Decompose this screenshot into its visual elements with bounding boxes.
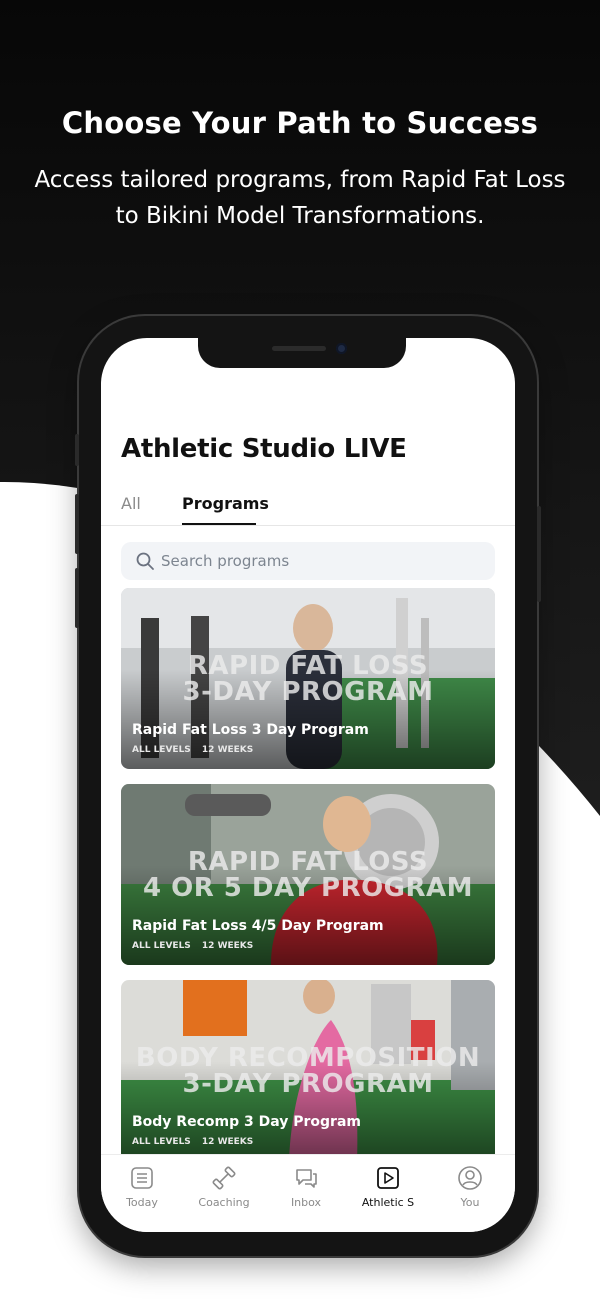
dumbbell-icon bbox=[212, 1166, 236, 1190]
program-overlay-line2: 3-DAY PROGRAM bbox=[182, 677, 434, 707]
page-title: Athletic Studio LIVE bbox=[121, 434, 407, 464]
list-icon bbox=[131, 1167, 153, 1189]
tab-active-indicator bbox=[182, 523, 256, 525]
tab-programs[interactable]: Programs bbox=[182, 494, 269, 513]
program-title: Rapid Fat Loss 4/5 Day Program bbox=[132, 918, 384, 934]
program-level: ALL LEVELS bbox=[132, 1137, 191, 1147]
speaker-grille bbox=[272, 346, 326, 351]
program-meta: ALL LEVELS 12 WEEKS bbox=[132, 941, 261, 951]
program-duration: 12 WEEKS bbox=[201, 1137, 254, 1147]
nav-today-label: Today bbox=[126, 1196, 158, 1209]
nav-athletic-studio[interactable]: Athletic S bbox=[347, 1165, 429, 1209]
program-level: ALL LEVELS bbox=[132, 745, 191, 755]
program-overlay-line2: 3-DAY PROGRAM bbox=[182, 1069, 434, 1099]
nav-athletic-studio-label: Athletic S bbox=[361, 1196, 415, 1209]
nav-coaching[interactable]: Coaching bbox=[183, 1165, 265, 1209]
program-overlay-line1: BODY RECOMPOSITION bbox=[135, 1043, 481, 1073]
program-card[interactable]: BODY RECOMPOSITION 3-DAY PROGRAM Body Re… bbox=[121, 980, 495, 1161]
program-meta: ALL LEVELS 12 WEEKS bbox=[132, 1137, 261, 1147]
program-overlay-line1: RAPID FAT LOSS bbox=[187, 847, 429, 877]
program-duration: 12 WEEKS bbox=[201, 941, 254, 951]
bottom-nav: Today Coaching Inbox Athletic S You bbox=[101, 1154, 515, 1232]
program-meta: ALL LEVELS 12 WEEKS bbox=[132, 745, 261, 755]
promo-subline: Access tailored programs, from Rapid Fat… bbox=[34, 167, 566, 229]
program-card[interactable]: RAPID FAT LOSS 3-DAY PROGRAM Rapid Fat L… bbox=[121, 588, 495, 769]
phone-notch bbox=[198, 338, 406, 368]
phone-frame: Athletic Studio LIVE All Programs Search… bbox=[75, 316, 541, 1256]
nav-you[interactable]: You bbox=[429, 1165, 511, 1209]
play-icon bbox=[377, 1167, 399, 1189]
nav-today[interactable]: Today bbox=[101, 1165, 183, 1209]
tab-bar: All Programs bbox=[101, 488, 515, 526]
program-duration: 12 WEEKS bbox=[201, 745, 254, 755]
nav-you-label: You bbox=[460, 1196, 480, 1209]
nav-inbox-label: Inbox bbox=[290, 1196, 322, 1209]
program-overlay-line2: 4 OR 5 DAY PROGRAM bbox=[142, 873, 474, 903]
search-input[interactable]: Search programs bbox=[121, 542, 495, 580]
promo-headline: Choose Your Path to Success bbox=[61, 106, 539, 140]
program-title: Rapid Fat Loss 3 Day Program bbox=[132, 722, 369, 738]
program-overlay-line1: RAPID FAT LOSS bbox=[187, 651, 429, 681]
phone-screen: Athletic Studio LIVE All Programs Search… bbox=[101, 338, 515, 1232]
search-placeholder: Search programs bbox=[161, 552, 290, 570]
program-title: Body Recomp 3 Day Program bbox=[132, 1114, 361, 1130]
nav-inbox[interactable]: Inbox bbox=[265, 1165, 347, 1209]
search-icon bbox=[136, 552, 154, 570]
tab-all[interactable]: All bbox=[121, 494, 141, 513]
nav-coaching-label: Coaching bbox=[198, 1196, 250, 1209]
camera-icon bbox=[336, 343, 347, 354]
user-icon bbox=[458, 1166, 482, 1190]
chat-icon bbox=[296, 1169, 317, 1188]
program-card[interactable]: RAPID FAT LOSS 4 OR 5 DAY PROGRAM Rapid … bbox=[121, 784, 495, 965]
program-level: ALL LEVELS bbox=[132, 941, 191, 951]
